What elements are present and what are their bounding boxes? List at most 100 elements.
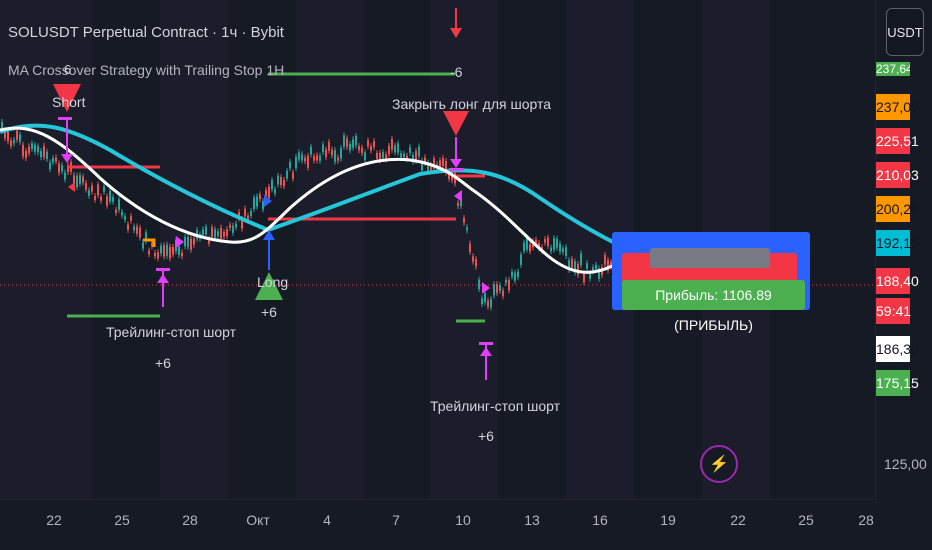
candle-body [580,253,582,266]
candle-body [388,145,390,155]
time-label: 16 [592,512,608,528]
long-count: +6 [261,304,277,320]
trailing-stop-label-1: Трейлинг-стоп шорт [106,324,237,340]
candle-body [265,189,267,197]
trading-chart-app: SOLUSDT Perpetual Contract · 1ч · Bybit … [0,0,932,550]
candle-body [121,211,123,216]
candle-body [235,223,237,228]
candle-body [439,160,441,168]
candle-body [583,273,585,283]
candle-body [394,145,396,153]
candle-body [370,146,372,151]
candle-body [391,138,393,150]
candle-body [472,256,474,262]
price-tag: 210,03 [876,162,919,188]
candle-body [109,190,111,202]
candle-body [364,152,366,161]
candle-body [118,199,120,210]
candle-body [220,227,222,239]
candle-body [442,158,444,166]
candle-body [595,264,597,270]
candle-body [253,197,255,210]
candle-body [562,248,564,253]
candle-body [250,210,252,217]
candle-body [529,244,531,252]
candle-body [217,231,219,236]
candle-body [418,146,420,157]
candle-body [397,143,399,153]
candle-body [103,186,105,192]
candle-body [376,153,378,159]
candle-body [229,224,231,228]
price-tag: 237,09 [876,94,919,120]
candle-body [232,225,234,233]
time-label: Окт [246,512,270,528]
candle-body [193,238,195,245]
candle-body [346,138,348,147]
candle-body [361,147,363,153]
candle-body [16,130,18,140]
candle-body [565,247,567,257]
candle-body [97,184,99,196]
price-tag: 225,51 [876,128,919,154]
candle-body [43,145,45,158]
candle-body [559,243,561,252]
trailing-stop-label-2: Трейлинг-стоп шорт [430,398,561,414]
candle-body [514,272,516,281]
time-label: 22 [46,512,62,528]
candle-body [571,258,573,268]
candle-body [106,196,108,206]
candle-body [508,279,510,291]
candle-body [340,148,342,159]
candle-body [496,283,498,294]
position-box-grey [650,248,770,268]
candle-body [349,144,351,151]
price-tag: 59:41 [876,298,911,324]
time-label: 22 [730,512,746,528]
symbol-title[interactable]: SOLUSDT Perpetual Contract · 1ч · Bybit [8,24,284,41]
candle-body [19,134,21,142]
candle-body [487,300,489,307]
candle-body [133,226,135,231]
candle-body [502,290,504,297]
candle-body [34,144,36,152]
candle-body [304,157,306,162]
candle-body [490,299,492,308]
short-label: Short [52,94,86,110]
candle-body [520,254,522,266]
candle-body [547,237,549,246]
candle-body [130,216,132,221]
candle-body [181,252,183,257]
candle-body [169,246,171,259]
candle-body [64,172,66,180]
candle-body [37,146,39,153]
close-long-label: Закрыть лонг для шорта [392,96,551,112]
candle-body [187,236,189,248]
candle-body [25,150,27,158]
candle-body [475,259,477,267]
candle-body [139,227,141,238]
candle-body [91,185,93,192]
candle-body [184,237,186,247]
candle-body [298,152,300,160]
candle-body [586,263,588,269]
candle-body [319,155,321,161]
candle-body [202,229,204,236]
candle-body [274,189,276,194]
candle-body [10,140,12,147]
top-count: -6 [450,64,463,80]
strategy-legend[interactable]: MA Crossover Strategy with Trailing Stop… [8,62,284,78]
candle-body [178,246,180,255]
candle-body [82,176,84,183]
price-tag: 186,39 [876,336,919,362]
candle-body [466,227,468,231]
candle-body [94,196,96,200]
candle-body [79,175,81,184]
candle-body [40,151,42,158]
candle-body [136,226,138,234]
lightning-icon[interactable]: ⚡ [700,445,738,483]
candle-body [544,239,546,243]
price-level-plain: 125,00 [884,456,927,472]
candle-body [334,150,336,162]
candle-body [358,146,360,151]
